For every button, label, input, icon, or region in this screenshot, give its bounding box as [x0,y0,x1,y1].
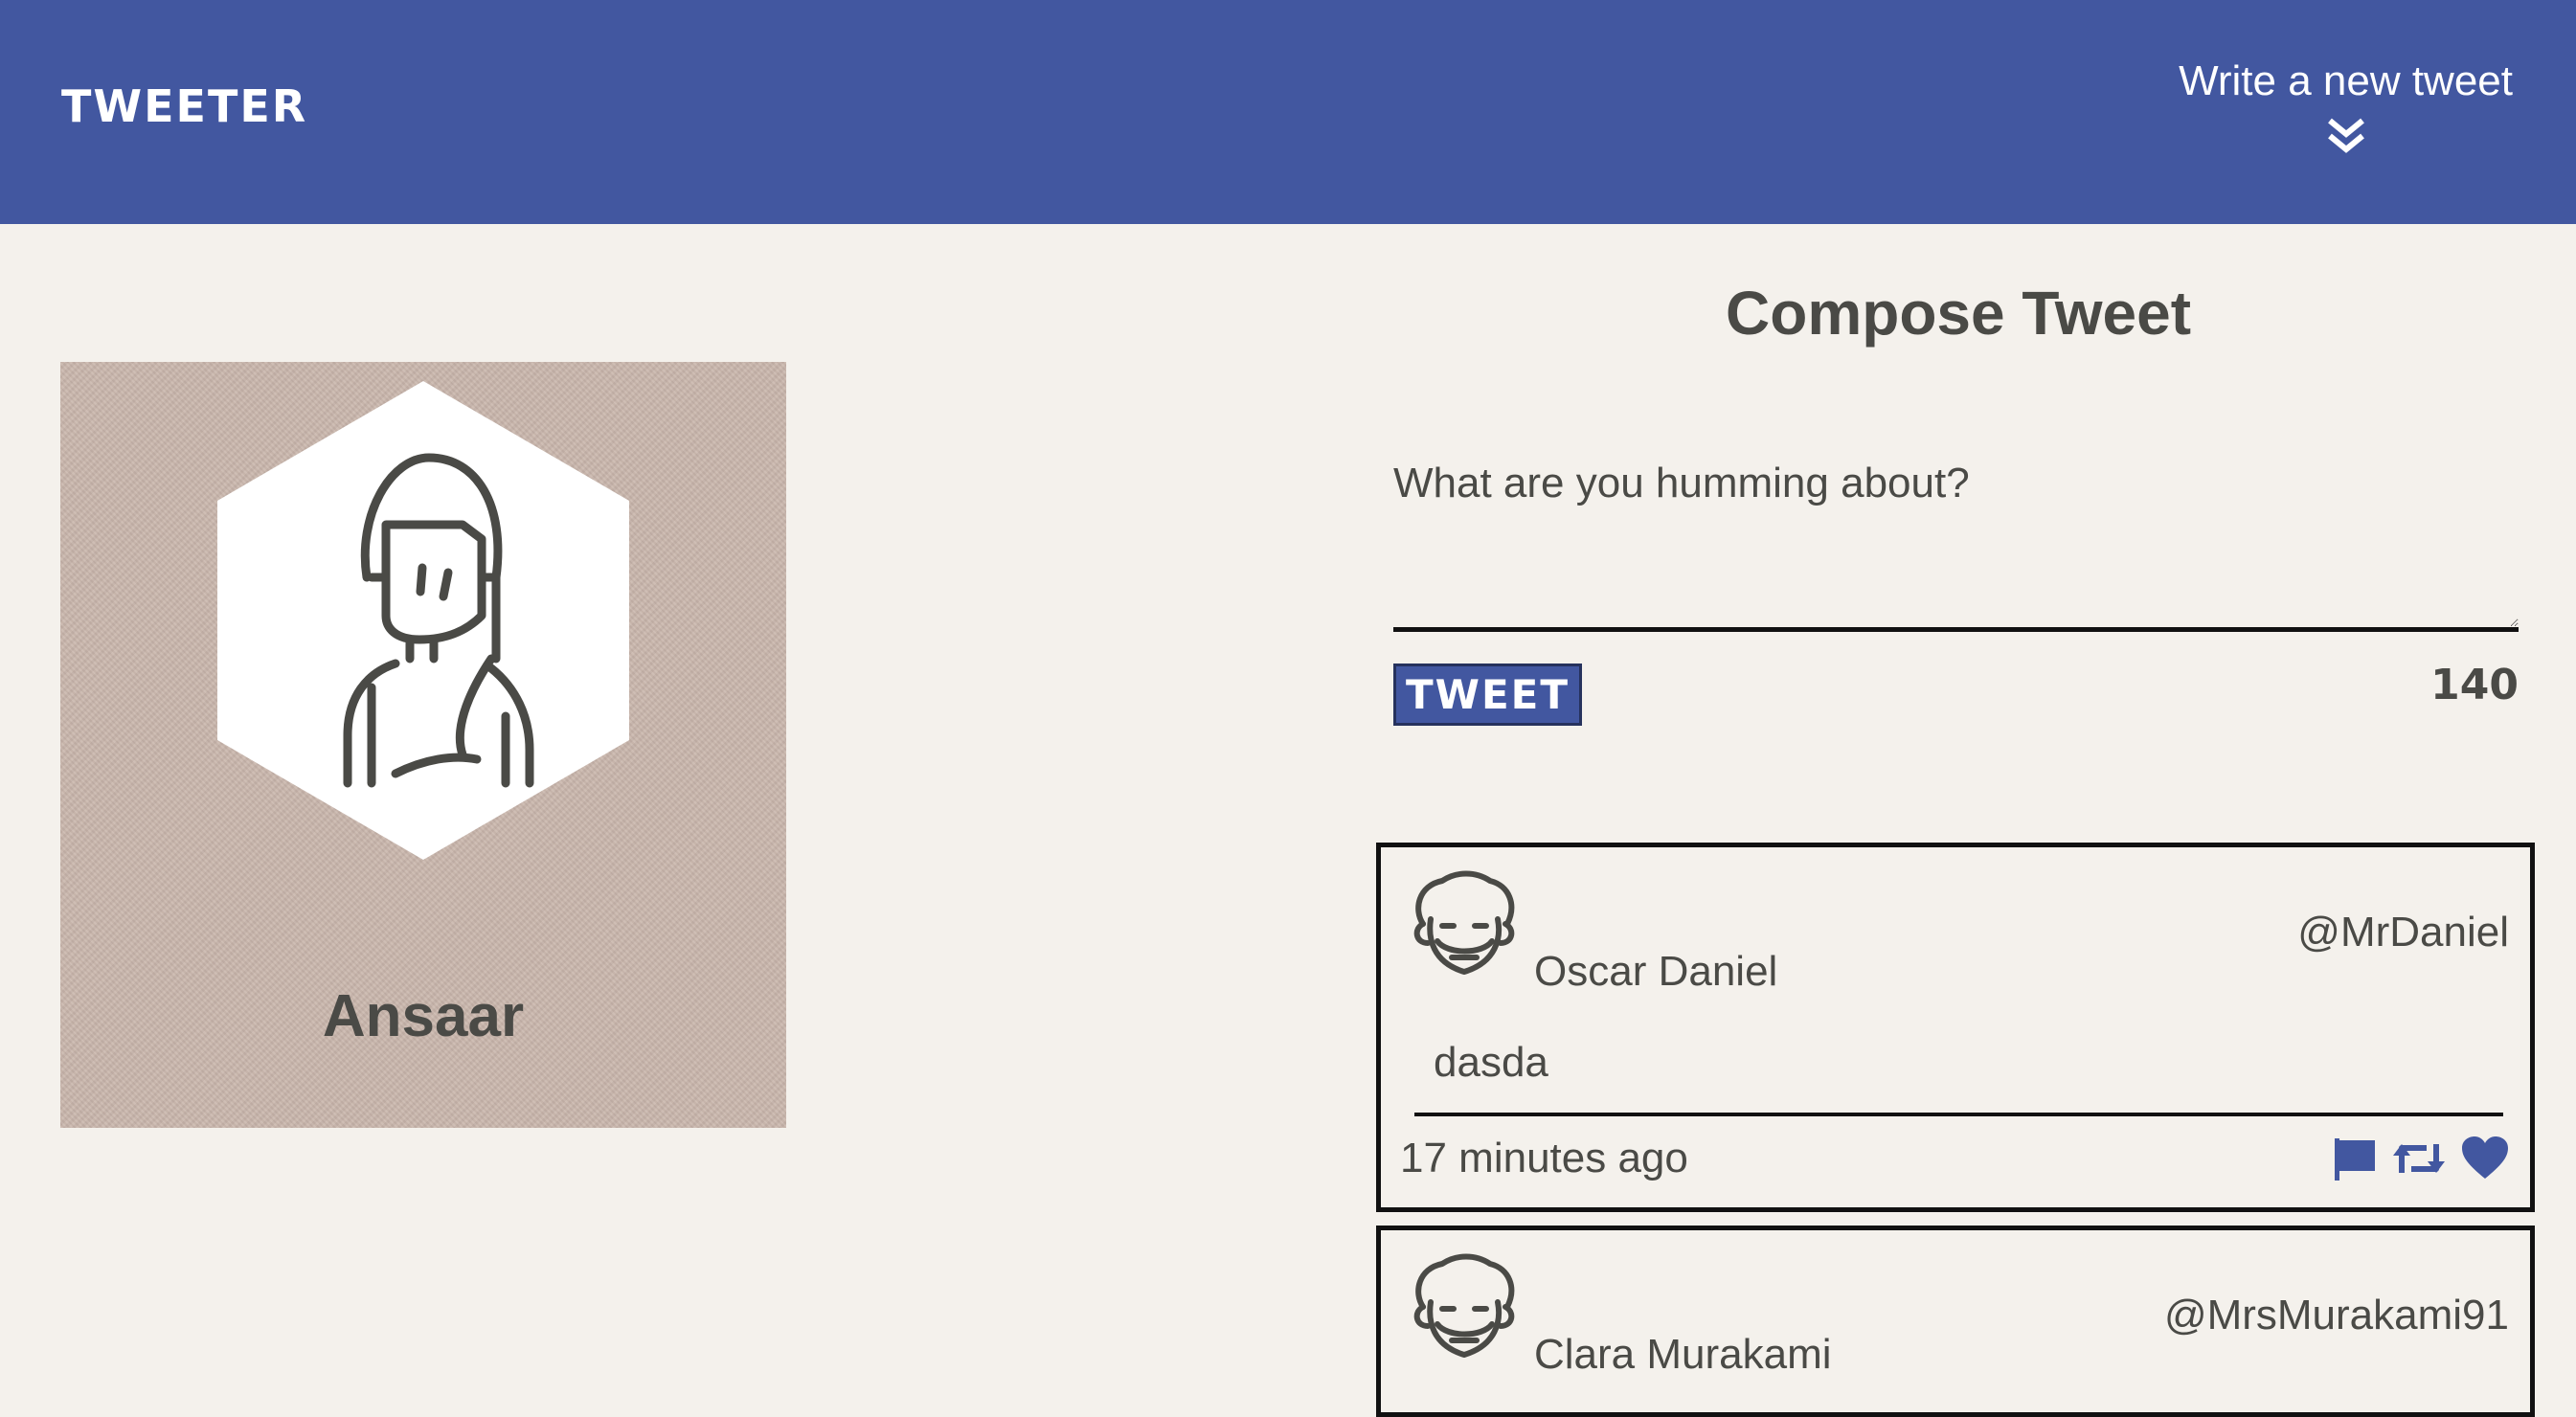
tweet-button[interactable]: TWEET [1393,664,1582,726]
tweet-author-handle[interactable]: @MrsMurakami91 [2164,1292,2509,1339]
compose-title: Compose Tweet [1726,279,2191,348]
compose-tweet-input[interactable] [1393,450,2519,632]
profile-name: Ansaar [322,983,525,1049]
tweet-actions [2331,1135,2511,1186]
double-chevron-down-icon[interactable] [2325,115,2367,157]
tweet-card: Oscar Daniel @MrDaniel dasda 17 minutes … [1376,843,2535,1212]
tweet-author-name[interactable]: Clara Murakami [1534,1331,1832,1379]
curly-hair-man-icon [1413,1253,1515,1358]
tweet-card: Clara Murakami @MrsMurakami91 [1376,1226,2535,1417]
tweet-author-name[interactable]: Oscar Daniel [1534,948,1777,996]
curly-hair-man-icon [1413,870,1515,975]
double-chevron-down-icon[interactable] [2381,0,2423,103]
tweet-content: dasda [1434,1039,1548,1086]
flag-icon[interactable] [2331,1135,2379,1186]
brand-logo[interactable]: TWEETER [61,80,307,132]
heart-icon[interactable] [2459,1135,2511,1186]
character-counter: 140 [2430,661,2519,709]
top-navbar: TWEETER Write a new tweet [0,0,2576,224]
profile-avatar [217,381,629,860]
retweet-icon[interactable] [2392,1135,2446,1186]
tweet-divider [1414,1113,2503,1116]
write-new-tweet-label[interactable]: Write a new tweet [2111,57,2513,105]
profile-card: Ansaar [60,362,786,1128]
tweet-author-handle[interactable]: @MrDaniel [2297,909,2509,956]
write-new-tweet-toggle[interactable]: Write a new tweet [2111,57,2513,105]
tweet-timestamp: 17 minutes ago [1400,1135,1688,1181]
